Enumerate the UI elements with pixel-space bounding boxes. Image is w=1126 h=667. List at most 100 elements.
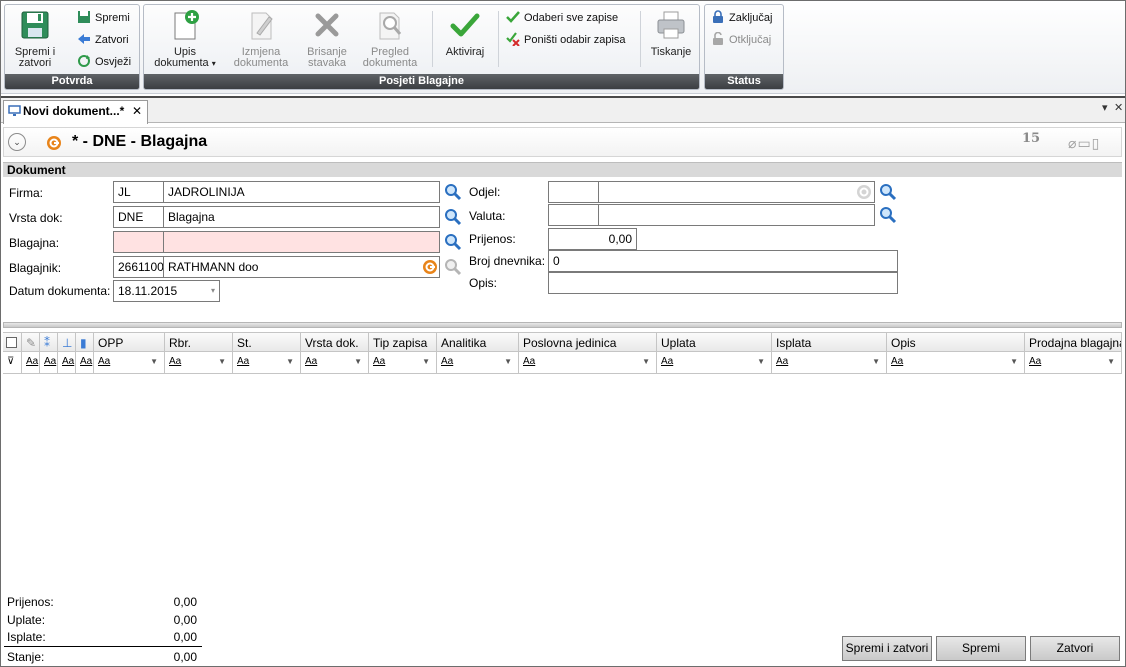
save-button[interactable]: Spremi <box>77 9 130 27</box>
filter-icon[interactable]: ⊽ <box>3 352 22 374</box>
filter-cell[interactable]: Aa <box>40 352 58 374</box>
search-disabled-icon[interactable] <box>443 257 463 277</box>
valuta-name-field[interactable] <box>598 204 875 226</box>
refresh-label: Osvježi <box>95 56 132 68</box>
close-button[interactable]: Zatvori <box>77 31 129 49</box>
save-and-close-button[interactable]: Spremi i zatvori <box>842 636 932 661</box>
odjel-code-field[interactable] <box>548 181 599 203</box>
save-button[interactable]: Spremi <box>936 636 1026 661</box>
datum-label: Datum dokumenta: <box>9 284 111 298</box>
filter-cell[interactable]: Aa ▼ <box>369 352 437 374</box>
search-icon[interactable] <box>443 182 463 202</box>
firma-name-field[interactable]: JADROLINIJA <box>163 181 440 203</box>
search-icon[interactable] <box>878 205 898 225</box>
chevron-down-icon[interactable]: ▼ <box>354 352 362 372</box>
filter-cell[interactable]: Aa ▼ <box>1025 352 1122 374</box>
book-icon[interactable]: ▭ <box>1077 135 1091 151</box>
chevron-down-icon[interactable]: ▼ <box>504 352 512 372</box>
blagajna-name-field[interactable] <box>163 231 440 253</box>
filter-cell[interactable]: Aa ▼ <box>772 352 887 374</box>
prijenos-label: Prijenos: <box>469 232 516 246</box>
vrsta-name-field[interactable]: Blagajna <box>163 206 440 228</box>
blagajnik-code-field[interactable]: 2661100 <box>113 256 164 278</box>
chevron-down-icon[interactable]: ▼ <box>642 352 650 372</box>
document-tab-bar: Novi dokument...* ✕ ▾ ✕ <box>1 96 1125 124</box>
collapse-chevron-icon[interactable]: ⌄ <box>8 133 26 151</box>
column-header[interactable]: Prodajna blagajna <box>1025 332 1122 352</box>
odjel-name-field[interactable] <box>598 181 875 203</box>
opis-field[interactable] <box>548 272 898 294</box>
search-icon[interactable] <box>443 232 463 252</box>
isplate-total-value: 0,00 <box>173 630 197 644</box>
chevron-down-icon[interactable]: ▾ <box>211 281 215 301</box>
deselect-all-button[interactable]: Poništi odabir zapisa <box>506 31 626 49</box>
izmjena-dokumenta-button[interactable]: Izmjena dokumenta <box>230 9 292 69</box>
filter-cell[interactable]: Aa ▼ <box>887 352 1025 374</box>
filter-cell[interactable]: Aa ▼ <box>519 352 657 374</box>
filter-cell[interactable]: Aa <box>58 352 76 374</box>
tiskanje-button[interactable]: Tiskanje <box>646 9 696 58</box>
blagajnik-name-field[interactable]: RATHMANN doo <box>163 256 440 278</box>
valuta-code-field[interactable] <box>548 204 599 226</box>
save-and-close-button[interactable]: Spremi i zatvori <box>9 9 61 69</box>
filter-cell[interactable]: Aa <box>76 352 94 374</box>
column-header[interactable]: OPP <box>94 332 165 352</box>
chevron-down-icon[interactable]: ▼ <box>757 352 765 372</box>
printer-icon <box>657 11 685 39</box>
column-header[interactable]: Tip zapisa <box>369 332 437 352</box>
pregled-dokumenta-button[interactable]: Pregled dokumenta <box>358 9 422 69</box>
refresh-orange-icon[interactable] <box>422 259 438 275</box>
opis-label: Opis: <box>469 276 498 290</box>
column-header[interactable]: Rbr. <box>165 332 233 352</box>
upis-dokumenta-button[interactable]: Upis dokumenta ▾ <box>150 9 220 69</box>
column-header[interactable]: St. <box>233 332 301 352</box>
column-header[interactable]: Uplata <box>657 332 772 352</box>
search-icon[interactable] <box>443 207 463 227</box>
filter-cell[interactable]: Aa ▼ <box>94 352 165 374</box>
chevron-down-icon[interactable]: ▼ <box>1010 352 1018 372</box>
close-button[interactable]: Zatvori <box>1030 636 1120 661</box>
select-all-checkbox[interactable] <box>3 332 22 352</box>
close-all-icon[interactable]: ✕ <box>1114 101 1123 114</box>
chevron-down-icon[interactable]: ▼ <box>422 352 430 372</box>
chevron-down-icon[interactable]: ▼ <box>872 352 880 372</box>
brisanje-stavaka-button[interactable]: Brisanje stavaka <box>299 9 355 69</box>
tab-close-icon[interactable]: ✕ <box>132 101 142 122</box>
vrsta-code-field[interactable]: DNE <box>113 206 164 228</box>
blagajna-code-field[interactable] <box>113 231 164 253</box>
column-header[interactable]: Opis <box>887 332 1025 352</box>
prijenos-field[interactable]: 0,00 <box>548 228 637 250</box>
search-icon[interactable] <box>878 182 898 202</box>
chevron-down-icon[interactable]: ▼ <box>218 352 226 372</box>
chevron-down-icon[interactable]: ▼ <box>286 352 294 372</box>
select-all-button[interactable]: Odaberi sve zapise <box>506 9 618 27</box>
filter-cell[interactable]: Aa ▼ <box>657 352 772 374</box>
aktiviraj-button[interactable]: Aktiviraj <box>436 9 494 58</box>
filter-cell[interactable]: Aa ▼ <box>437 352 519 374</box>
column-header[interactable]: Analitika <box>437 332 519 352</box>
filter-cell[interactable]: Aa ▼ <box>165 352 233 374</box>
refresh-button[interactable]: Osvježi <box>77 53 131 71</box>
column-header[interactable]: Isplata <box>772 332 887 352</box>
tab-novi-dokument[interactable]: Novi dokument...* ✕ <box>3 100 148 124</box>
stanje-total-label: Stanje: <box>7 650 45 664</box>
column-header[interactable]: Vrsta dok. <box>301 332 369 352</box>
splitter-bar[interactable] <box>3 322 1122 328</box>
clipboard-icon[interactable]: ▯ <box>1092 135 1101 151</box>
tab-dropdown-icon[interactable]: ▾ <box>1102 101 1108 114</box>
unlock-button[interactable]: Otključaj <box>711 31 771 49</box>
firma-code-field[interactable]: JL <box>113 181 164 203</box>
chevron-down-icon[interactable]: ▼ <box>1107 352 1115 372</box>
filter-cell[interactable]: Aa ▼ <box>233 352 301 374</box>
ribbon-group-posjeti-blagajne: Upis dokumenta ▾ Izmjena dokumenta Brisa… <box>143 4 700 90</box>
column-header[interactable]: Poslovna jedinica <box>519 332 657 352</box>
status-col-icon: ⁑ <box>40 332 58 352</box>
chevron-down-icon[interactable]: ▼ <box>150 352 158 372</box>
broj-dnevnika-field[interactable]: 0 <box>548 250 898 272</box>
datum-field[interactable]: 18.11.2015 ▾ <box>113 280 220 302</box>
filter-cell[interactable]: Aa ▼ <box>301 352 369 374</box>
lock-button[interactable]: Zaključaj <box>711 9 772 27</box>
tiskanje-label: Tiskanje <box>650 46 692 58</box>
filter-cell[interactable]: Aa <box>22 352 40 374</box>
pregled-label-2: dokumenta <box>362 57 418 69</box>
